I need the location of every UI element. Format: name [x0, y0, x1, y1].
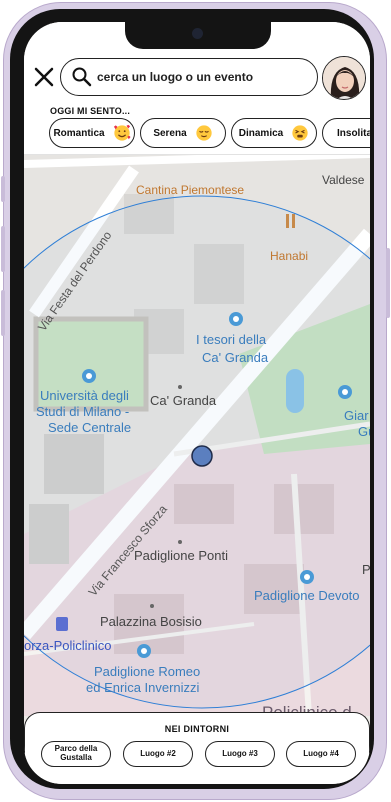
avatar[interactable] — [322, 56, 366, 100]
map-label-romeo-2: ed Enrica Invernizzi — [86, 680, 200, 695]
poi-pin-tesori-icon — [229, 312, 243, 326]
mood-chip-insolita[interactable]: Insolita — [322, 118, 370, 148]
map-label-ca-granda: Ca' Granda — [150, 393, 217, 408]
map-label-padiglione-devoto: Padiglione Devoto — [254, 588, 360, 603]
map-canvas: Cantina Piemontese Valdese Via Festa del… — [24, 150, 370, 722]
nearby-title: NEI DINTORNI — [164, 724, 230, 734]
map-label-giar-1: Giar — [344, 408, 369, 423]
map-label-uni-1: Università degli — [40, 388, 129, 403]
mood-chip-romantica[interactable]: Romantica — [49, 118, 135, 148]
search-input[interactable]: cerca un luogo o un evento — [60, 58, 318, 96]
map-label-uni-3: Sede Centrale — [48, 420, 131, 435]
screen: Cantina Piemontese Valdese Via Festa del… — [24, 22, 370, 784]
side-button-volume-up — [1, 226, 5, 272]
search-icon — [72, 67, 92, 87]
nearby-place-1[interactable]: Parco della Gustalla — [41, 741, 111, 767]
profile-photo — [323, 57, 365, 99]
side-button-volume-down — [1, 290, 5, 336]
map-label-tesori-2: Ca' Granda — [202, 350, 269, 365]
mood-chip-serena[interactable]: Serena — [140, 118, 226, 148]
map-label-sforza-policlinico: orza-Policlinico — [24, 638, 111, 653]
persevering-face-icon — [292, 125, 308, 141]
map-view[interactable]: Cantina Piemontese Valdese Via Festa del… — [24, 150, 370, 722]
map-label-padiglione-ponti: Padiglione Ponti — [134, 548, 228, 563]
nearby-place-3[interactable]: Luogo #3 — [205, 741, 275, 767]
map-label-cantina: Cantina Piemontese — [136, 183, 244, 197]
poi-pin-devoto-icon — [300, 570, 314, 584]
nearby-panel: NEI DINTORNI Parco della Gustalla Luogo … — [24, 712, 370, 784]
map-label-valdese: Valdese — [322, 173, 365, 187]
poi-pin-university-icon — [82, 369, 96, 383]
camera-icon — [192, 28, 203, 39]
map-label-p: P — [362, 562, 370, 577]
side-button-power — [386, 248, 390, 318]
smiling-face-with-hearts-icon — [113, 124, 131, 141]
map-label-romeo-1: Padiglione Romeo — [94, 664, 200, 679]
mood-title: OGGI MI SENTO... — [50, 106, 131, 116]
mood-chip-dinamica[interactable]: Dinamica — [231, 118, 317, 148]
map-label-tesori-1: I tesori della — [196, 332, 267, 347]
nearby-place-4[interactable]: Luogo #4 — [286, 741, 356, 767]
side-button-action — [1, 176, 5, 202]
user-location-dot — [191, 445, 213, 467]
map-label-uni-2: Studi di Milano - — [36, 404, 129, 419]
search-placeholder: cerca un luogo o un evento — [97, 70, 254, 84]
close-icon[interactable] — [33, 66, 55, 88]
relieved-face-icon — [196, 125, 212, 141]
map-label-bosisio: Palazzina Bosisio — [100, 614, 202, 629]
notch — [125, 22, 271, 49]
map-label-giar-2: Gu — [358, 424, 370, 439]
nearby-place-2[interactable]: Luogo #2 — [123, 741, 193, 767]
poi-pin-garden-icon — [338, 385, 352, 399]
metro-station-icon — [56, 617, 68, 631]
poi-pin-romeo-icon — [137, 644, 151, 658]
map-label-hanabi: Hanabi — [270, 249, 308, 263]
